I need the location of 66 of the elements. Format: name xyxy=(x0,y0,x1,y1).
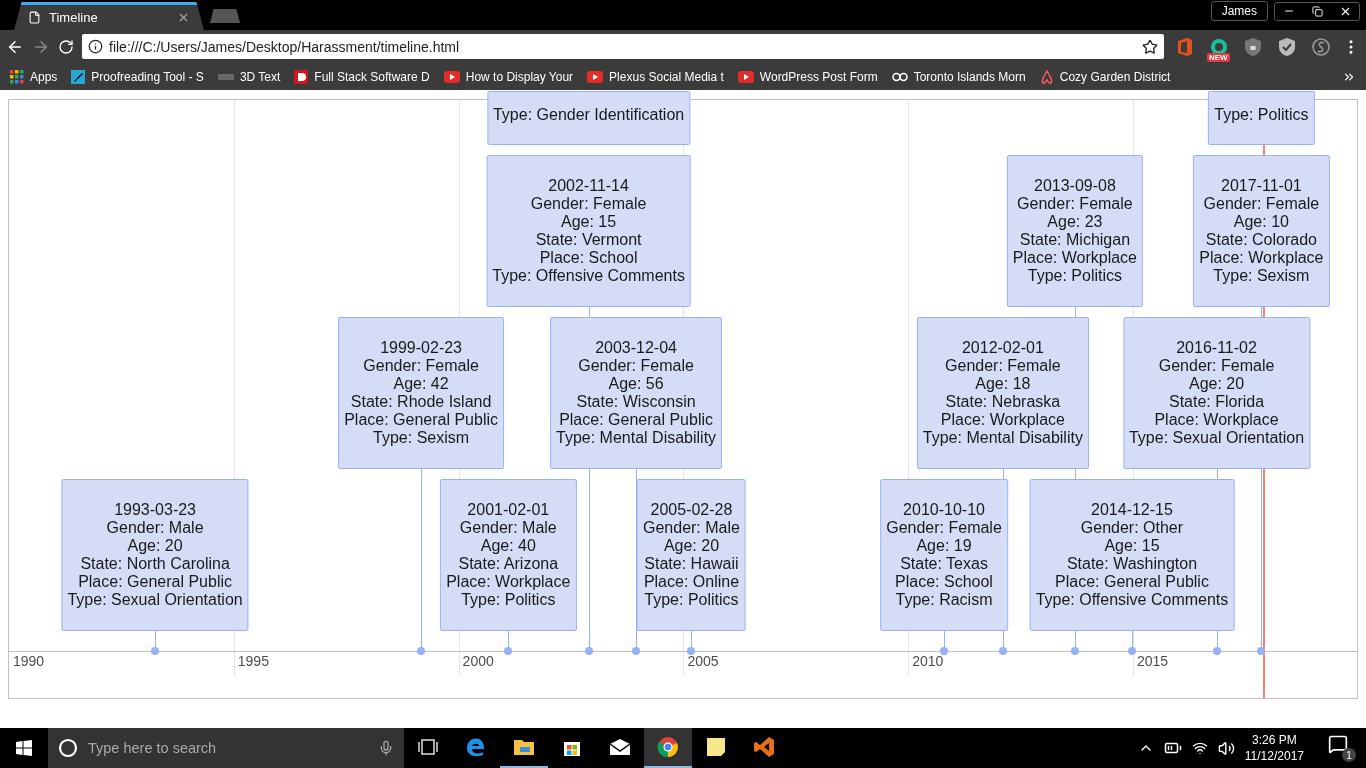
event-card[interactable]: 2003-12-04 Gender: Female Age: 56 State: Wisconsin Place: General Public Type: Mental Disability xyxy=(550,317,723,469)
star-icon[interactable] xyxy=(1142,38,1158,55)
play-icon xyxy=(443,70,460,83)
axis-label: 2005 xyxy=(687,653,719,669)
play-icon xyxy=(587,70,604,83)
windows-logo-icon xyxy=(16,740,32,756)
loop-logo-icon xyxy=(1039,69,1054,84)
event-card[interactable]: 2013-09-08 Gender: Female Age: 23 State: Michigan Place: Workplace Type: Politics xyxy=(1006,155,1143,307)
pen-square-icon xyxy=(71,69,86,84)
bookmark-item[interactable]: How to Display Your xyxy=(443,69,574,84)
event-card[interactable]: Type: Gender Identification xyxy=(486,91,691,145)
bookmark-item[interactable]: Cozy Garden District xyxy=(1039,69,1171,84)
axis-label: 1995 xyxy=(237,653,269,669)
axis-label: 2000 xyxy=(462,653,494,669)
play-icon xyxy=(737,70,754,83)
address-bar[interactable]: file:///C:/Users/James/Desktop/Harassment/timeline.html xyxy=(82,34,1164,59)
notification-count: 1 xyxy=(1342,748,1356,762)
sticky-note-icon[interactable] xyxy=(704,735,728,759)
circle-s-icon[interactable] xyxy=(1312,37,1330,56)
clock[interactable]: 3:26 PM 11/12/2017 xyxy=(1244,732,1304,764)
grammar-g-icon[interactable] xyxy=(1210,37,1228,56)
axis-label: 2015 xyxy=(1137,653,1169,669)
event-card[interactable]: 2010-10-10 Gender: Female Age: 19 State: Texas Place: School Type: Racism xyxy=(880,479,1008,631)
owl-eyes-icon xyxy=(891,71,908,82)
bookmark-item[interactable]: Apps xyxy=(10,69,58,84)
reload-icon[interactable] xyxy=(58,38,74,55)
bookmark-item[interactable]: Plexus Social Media t xyxy=(587,69,724,84)
search-field[interactable]: Type here to search xyxy=(48,728,404,768)
profile-button[interactable]: James xyxy=(1210,1,1268,21)
task-view-icon xyxy=(418,739,438,755)
event-card[interactable]: 2001-02-01 Gender: Male Age: 40 State: Arizona Place: Workplace Type: Politics xyxy=(440,479,577,631)
microphone-icon[interactable] xyxy=(378,740,394,756)
ring-icon xyxy=(58,738,78,758)
infinity-logo-icon[interactable] xyxy=(752,735,776,759)
event-card[interactable]: 2016-11-02 Gender: Female Age: 20 State: Florida Place: Workplace Type: Sexual Orientation xyxy=(1122,317,1311,469)
event-card[interactable]: 1993-03-23 Gender: Male Age: 20 State: North Carolina Place: General Public Type: Sexual Orientation xyxy=(61,479,249,631)
axis-label: 2010 xyxy=(912,653,944,669)
bookmark-item[interactable]: 3D Text xyxy=(217,69,281,84)
event-card[interactable]: 2012-02-01 Gender: Female Age: 18 State: Nebraska Place: Workplace Type: Mental Disability xyxy=(916,317,1089,469)
bookmark-item[interactable]: Toronto Islands Morn xyxy=(891,69,1026,84)
axis-label: 1990 xyxy=(13,653,45,669)
shield-check-icon[interactable] xyxy=(1279,37,1295,56)
page-icon xyxy=(28,11,41,24)
event-card[interactable]: 1999-02-23 Gender: Female Age: 42 State: Rhode Island Place: General Public Type: Sexism xyxy=(338,317,504,469)
bookmark-item[interactable]: Proofreading Tool - S xyxy=(71,69,204,84)
bookmark-item[interactable]: WordPress Post Form xyxy=(737,69,878,84)
event-card[interactable]: Type: Politics xyxy=(1208,91,1315,145)
event-card[interactable]: 2017-11-01 Gender: Female Age: 10 State: Colorado Place: Workplace Type: Sexism xyxy=(1193,155,1330,307)
event-card[interactable]: 2002-11-14 Gender: Female Age: 15 State: Vermont Place: School Type: Offensive Comments xyxy=(486,155,691,307)
shield-lock-icon[interactable] xyxy=(1245,37,1261,56)
browser-tab[interactable]: Timeline xyxy=(14,2,204,30)
notifications-button[interactable]: 1 xyxy=(1328,734,1356,762)
square-logo-icon xyxy=(294,69,309,84)
new-tab-button[interactable] xyxy=(210,9,240,23)
event-card[interactable]: 2014-12-15 Gender: Other Age: 15 State: Washington Place: General Public Type: Offensive Comments xyxy=(1029,479,1235,631)
chrome-icon[interactable] xyxy=(656,735,680,759)
apps-grid-icon xyxy=(10,69,24,84)
volume-icon[interactable] xyxy=(1217,739,1235,757)
info-icon xyxy=(88,39,103,54)
close-icon[interactable] xyxy=(177,11,190,24)
wifi-icon[interactable] xyxy=(1191,740,1208,756)
event-card[interactable]: 2005-02-28 Gender: Male Age: 20 State: Hawaii Place: Online Type: Politics xyxy=(637,479,746,631)
office-logo-icon[interactable] xyxy=(1177,37,1193,56)
restore-icon xyxy=(1311,5,1323,17)
bookmark-item[interactable]: Full Stack Software D xyxy=(294,69,430,84)
new-badge: NEW xyxy=(1207,52,1230,62)
